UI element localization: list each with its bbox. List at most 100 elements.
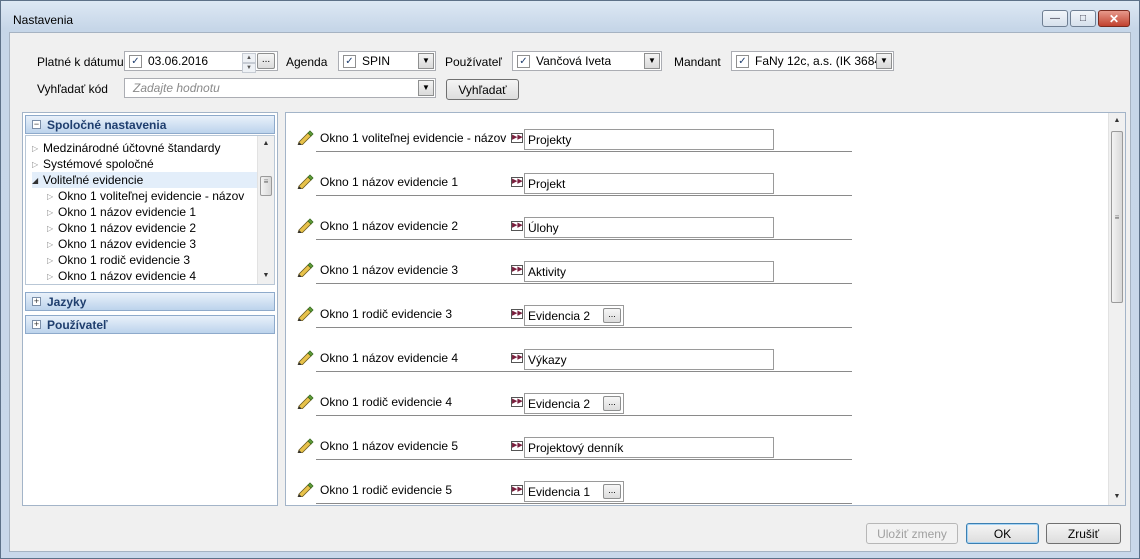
search-input[interactable]: Zadajte hodnotu ▼ (124, 78, 436, 98)
group-label: Používateľ (47, 317, 108, 332)
settings-navigation: − Spoločné nastavenia ▷ Medzinárodné účto… (22, 112, 278, 506)
tree-item[interactable]: ▷ Okno 1 názov evidencie 1 (47, 204, 196, 220)
setting-value-field[interactable]: Výkazy (524, 349, 774, 370)
picker-button[interactable]: ... (603, 396, 621, 411)
close-button[interactable]: ✕ (1098, 10, 1130, 27)
picker-button[interactable]: ... (603, 484, 621, 499)
scroll-down-icon[interactable]: ▼ (1109, 489, 1125, 505)
setting-value-field[interactable]: Projektový denník (524, 437, 774, 458)
expand-arrow-icon[interactable]: ▷ (47, 256, 58, 265)
chevron-down-icon[interactable]: ▼ (644, 53, 660, 69)
scroll-up-icon[interactable]: ▲ (1109, 113, 1125, 129)
checkbox-checked-icon[interactable]: ✓ (129, 54, 142, 68)
group-header-common[interactable]: − Spoločné nastavenia (25, 115, 275, 134)
pencil-icon[interactable] (296, 349, 314, 365)
setting-value-field[interactable]: Projekty (524, 129, 774, 150)
setting-value-field[interactable]: Evidencia 2... (524, 393, 624, 414)
spin-up-icon[interactable]: ▲ (242, 53, 256, 63)
chevron-down-icon[interactable]: ▼ (876, 53, 892, 69)
setting-value-field[interactable]: Evidencia 2... (524, 305, 624, 326)
chevron-down-icon[interactable]: ▼ (418, 53, 434, 69)
agenda-select[interactable]: ✓ SPIN ▼ (338, 51, 436, 71)
jump-to-icon[interactable]: ▶▶ (511, 309, 523, 319)
maximize-button[interactable]: □ (1070, 10, 1096, 27)
group-header-languages[interactable]: + Jazyky (25, 292, 275, 311)
pencil-icon[interactable] (296, 173, 314, 189)
save-changes-button[interactable]: Uložiť zmeny (866, 523, 958, 544)
group-header-user[interactable]: + Používateľ (25, 315, 275, 334)
pencil-icon[interactable] (296, 217, 314, 233)
spin-down-icon[interactable]: ▼ (242, 63, 256, 73)
jump-to-icon[interactable]: ▶▶ (511, 441, 523, 451)
jump-to-icon[interactable]: ▶▶ (511, 177, 523, 187)
jump-to-icon[interactable]: ▶▶ (511, 265, 523, 275)
setting-value-field[interactable]: Aktivity (524, 261, 774, 282)
scroll-thumb[interactable]: ≡ (260, 176, 272, 196)
scroll-up-icon[interactable]: ▲ (258, 136, 274, 152)
row-divider (316, 503, 852, 504)
tree-item[interactable]: ▷ Medzinárodné účtovné štandardy (32, 140, 220, 156)
expand-icon[interactable]: + (32, 297, 41, 306)
scroll-thumb[interactable]: ≡ (1111, 131, 1123, 303)
user-label: Používateľ (445, 55, 502, 69)
maximize-icon: □ (1079, 13, 1087, 24)
setting-value: Aktivity (528, 264, 567, 279)
tree-item[interactable]: ▷ Okno 1 názov evidencie 2 (47, 220, 196, 236)
expand-arrow-icon[interactable]: ▷ (47, 272, 58, 281)
settings-scrollbar[interactable]: ▲ ≡ ▼ (1108, 113, 1125, 505)
setting-value: Evidencia 2 (528, 308, 591, 323)
setting-value-field[interactable]: Úlohy (524, 217, 774, 238)
cancel-button[interactable]: Zrušiť (1046, 523, 1121, 544)
setting-label: Okno 1 názov evidencie 3 (320, 263, 459, 277)
date-spinner[interactable]: ▲ ▼ (242, 53, 256, 73)
mandant-label: Mandant (674, 55, 721, 69)
chevron-down-icon[interactable]: ▼ (418, 80, 434, 96)
expand-arrow-icon[interactable]: ▷ (47, 208, 58, 217)
expand-icon[interactable]: + (32, 320, 41, 329)
row-divider (316, 283, 852, 284)
ok-button[interactable]: OK (966, 523, 1039, 544)
setting-value-field[interactable]: Projekt (524, 173, 774, 194)
tree-scrollbar[interactable]: ▲ ≡ ▼ (257, 136, 274, 284)
row-divider (316, 327, 852, 328)
user-select[interactable]: ✓ Vančová Iveta ▼ (512, 51, 662, 71)
tree-item[interactable]: ▷ Okno 1 rodič evidencie 3 (47, 252, 190, 268)
pencil-icon[interactable] (296, 481, 314, 497)
minimize-button[interactable]: — (1042, 10, 1068, 27)
pencil-icon[interactable] (296, 305, 314, 321)
pencil-icon[interactable] (296, 261, 314, 277)
tree-item[interactable]: ▷ Okno 1 názov evidencie 3 (47, 236, 196, 252)
window-title: Nastavenia (13, 13, 74, 27)
tree-item[interactable]: ▷ Okno 1 názov evidencie 4 (47, 268, 196, 284)
tree-item[interactable]: ▷ Systémové spoločné (32, 156, 154, 172)
scroll-down-icon[interactable]: ▼ (258, 268, 274, 284)
expand-arrow-icon[interactable]: ▷ (47, 240, 58, 249)
jump-to-icon[interactable]: ▶▶ (511, 133, 523, 143)
tree-item-selected[interactable]: ◢ Voliteľné evidencie (32, 172, 258, 188)
expand-arrow-icon[interactable]: ▷ (47, 224, 58, 233)
expand-arrow-icon[interactable]: ▷ (32, 144, 43, 153)
jump-to-icon[interactable]: ▶▶ (511, 397, 523, 407)
expand-arrow-icon[interactable]: ▷ (47, 192, 58, 201)
checkbox-checked-icon[interactable]: ✓ (517, 54, 530, 68)
jump-to-icon[interactable]: ▶▶ (511, 353, 523, 363)
picker-button[interactable]: ... (603, 308, 621, 323)
search-label: Vyhľadať kód (37, 82, 108, 96)
date-picker-button[interactable]: ... (257, 53, 275, 69)
pencil-icon[interactable] (296, 129, 314, 145)
date-field[interactable]: ✓ 03.06.2016 ▲ ▼ ... (124, 51, 278, 73)
checkbox-checked-icon[interactable]: ✓ (736, 54, 749, 68)
mandant-select[interactable]: ✓ FaNy 12c, a.s. (IK 36842 ▼ (731, 51, 894, 71)
expand-arrow-icon[interactable]: ▷ (32, 160, 43, 169)
pencil-icon[interactable] (296, 393, 314, 409)
jump-to-icon[interactable]: ▶▶ (511, 485, 523, 495)
tree-item[interactable]: ▷ Okno 1 voliteľnej evidencie - názov (47, 188, 244, 204)
collapse-arrow-icon[interactable]: ◢ (32, 176, 43, 185)
setting-value-field[interactable]: Evidencia 1... (524, 481, 624, 502)
jump-to-icon[interactable]: ▶▶ (511, 221, 523, 231)
search-button[interactable]: Vyhľadať (446, 79, 519, 100)
pencil-icon[interactable] (296, 437, 314, 453)
setting-row: Okno 1 názov evidencie 1 ▶▶ Projekt (294, 161, 854, 205)
checkbox-checked-icon[interactable]: ✓ (343, 54, 356, 68)
collapse-icon[interactable]: − (32, 120, 41, 129)
